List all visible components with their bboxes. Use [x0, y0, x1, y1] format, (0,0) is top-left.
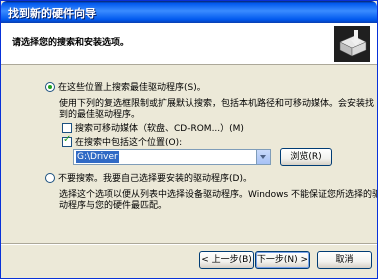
- hardware-wizard-icon: [334, 26, 370, 62]
- wizard-content: 在这些位置上搜索最佳驱动程序(S)。 使用下列的复选框限制或扩展默认搜索，包括本…: [1, 65, 377, 237]
- wizard-header: 请选择您的搜索和安装选项。: [1, 23, 377, 65]
- chevron-down-icon[interactable]: [256, 150, 270, 164]
- search-best-radio[interactable]: [45, 82, 55, 92]
- browse-button[interactable]: 浏览(R): [280, 148, 332, 166]
- footer-separator: [1, 243, 377, 245]
- no-search-description-line2: 动程序与您的硬件最匹配。: [59, 201, 168, 211]
- page-heading: 请选择您的搜索和安装选项。: [12, 38, 130, 48]
- checkmark-icon: ✓: [63, 134, 72, 145]
- search-best-label[interactable]: 在这些位置上搜索最佳驱动程序(S)。: [58, 80, 206, 93]
- location-path-combobox[interactable]: G:\Driver: [73, 149, 271, 165]
- no-search-radio[interactable]: [45, 173, 55, 183]
- location-path-value[interactable]: G:\Driver: [76, 151, 119, 163]
- title-bar[interactable]: 找到新的硬件向导: [1, 1, 377, 23]
- include-location-label[interactable]: 在搜索中包括这个位置(O):: [75, 135, 182, 148]
- next-button[interactable]: 下一步(N) >: [255, 251, 310, 269]
- back-button[interactable]: < 上一步(B): [199, 251, 254, 269]
- search-best-description-line2: 到的最佳驱动程序。: [59, 110, 141, 120]
- include-location-checkbox[interactable]: ✓: [62, 134, 72, 147]
- no-search-label[interactable]: 不要搜索。我要自己选择要安装的驱动程序(D)。: [58, 171, 252, 184]
- removable-media-checkbox[interactable]: [62, 123, 72, 133]
- cancel-button[interactable]: 取消: [317, 251, 372, 269]
- wizard-window: 找到新的硬件向导 请选择您的搜索和安装选项。 在这些位置上搜索最佳驱动程序(S)…: [0, 0, 378, 279]
- window-title: 找到新的硬件向导: [8, 7, 96, 20]
- removable-media-label[interactable]: 搜索可移动媒体（软盘、CD-ROM...）(M): [75, 121, 244, 134]
